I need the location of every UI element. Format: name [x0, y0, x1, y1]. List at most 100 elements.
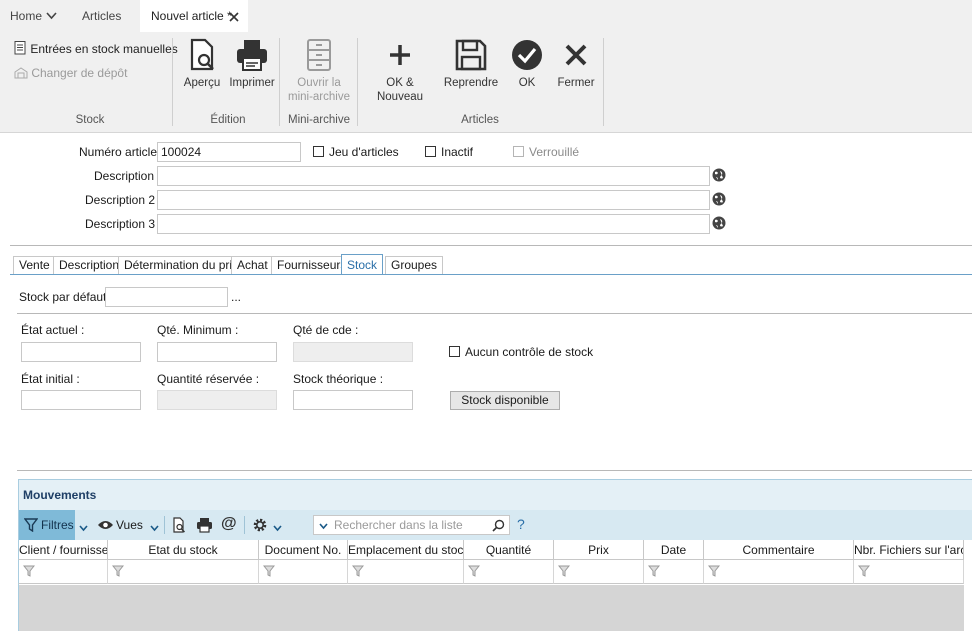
etat-actuel-label: État actuel : [21, 323, 85, 337]
printer-icon[interactable] [196, 517, 213, 533]
column-header-etat-stock[interactable]: Etat du stock [108, 540, 259, 560]
filter-cell[interactable] [464, 560, 554, 584]
ribbon-separator [172, 38, 173, 126]
search-icon[interactable] [492, 519, 505, 532]
grid-empty-area [18, 585, 964, 631]
apercu-button[interactable]: Aperçu [180, 38, 224, 90]
tab-description[interactable]: Description [53, 256, 126, 274]
imprimer-button[interactable]: Imprimer [229, 38, 275, 90]
globe-icon[interactable] [712, 216, 726, 230]
description-2-label: Description 2 : [85, 193, 162, 207]
vues-button[interactable]: Vues [116, 518, 143, 532]
search-input[interactable]: Rechercher dans la liste [313, 515, 510, 535]
qte-cde-field [293, 342, 413, 362]
reprendre-label: Reprendre [443, 77, 499, 89]
filter-cell[interactable] [554, 560, 644, 584]
filter-cell[interactable] [854, 560, 964, 584]
globe-icon[interactable] [712, 168, 726, 182]
ok-button[interactable]: OK [507, 38, 547, 90]
column-header-date[interactable]: Date [644, 540, 704, 560]
filter-icon [23, 565, 35, 577]
description-label: Description : [94, 169, 161, 183]
qte-minimum-label: Qté. Minimum : [157, 323, 239, 337]
filter-cell[interactable] [18, 560, 108, 584]
column-header-nbr-fichiers[interactable]: Nbr. Fichiers sur l'arch. [854, 540, 964, 560]
column-header-client[interactable]: Client / fournisseur [18, 540, 108, 560]
tab-groupes[interactable]: Groupes [385, 256, 444, 274]
verrouille-label: Verrouillé [529, 145, 580, 159]
plus-icon [390, 45, 410, 65]
etat-actuel-field[interactable] [21, 342, 141, 362]
movements-header: Mouvements [18, 479, 972, 510]
group-mini-archive-label: Mini-archive [288, 114, 350, 126]
column-header-commentaire[interactable]: Commentaire [704, 540, 854, 560]
gear-icon[interactable] [252, 517, 268, 533]
description-3-field[interactable] [157, 214, 710, 234]
qte-minimum-field[interactable] [157, 342, 277, 362]
filter-cell[interactable] [259, 560, 348, 584]
imprimer-label: Imprimer [229, 77, 275, 89]
filter-cell[interactable] [108, 560, 259, 584]
etat-initial-field[interactable] [21, 390, 141, 410]
stock-disponible-button[interactable]: Stock disponible [450, 391, 560, 410]
depot-icon [14, 67, 28, 79]
tab-articles[interactable]: Articles [82, 0, 121, 32]
filtres-button[interactable]: Filtres [19, 510, 75, 540]
column-header-emplacement[interactable]: Emplacement du stock [348, 540, 464, 560]
preview-icon[interactable] [172, 517, 186, 533]
movements-title: Mouvements [23, 488, 97, 502]
stock-theorique-field[interactable] [293, 390, 413, 410]
save-icon [455, 39, 487, 71]
stock-defaut-label: Stock par défaut: [19, 290, 110, 304]
column-header-prix[interactable]: Prix [554, 540, 644, 560]
chevron-down-icon[interactable] [150, 525, 159, 532]
chevron-down-icon[interactable] [79, 525, 88, 532]
help-button[interactable]: ? [517, 516, 525, 532]
ouvrir-mini-archive-button[interactable]: Ouvrir la mini-archive [284, 38, 354, 104]
movements-toolbar: Filtres Vues @ Rechercher dans la liste … [18, 510, 972, 540]
grid-left-border [18, 584, 19, 631]
filter-cell[interactable] [348, 560, 464, 584]
qte-reservee-label: Quantité réservée : [157, 372, 260, 386]
chevron-down-icon[interactable] [46, 0, 57, 32]
fermer-button[interactable]: Fermer [554, 38, 598, 90]
jeu-articles-checkbox[interactable] [313, 146, 324, 157]
aucun-controle-checkbox[interactable] [449, 346, 460, 357]
ok-nouveau-button[interactable]: OK & Nouveau [362, 38, 438, 104]
change-depot-button[interactable]: Changer de dépôt [14, 66, 127, 80]
check-circle-icon [512, 40, 542, 70]
stock-theorique-label: Stock théorique : [293, 372, 384, 386]
chevron-down-icon[interactable] [273, 525, 282, 532]
tab-achat[interactable]: Achat [231, 256, 274, 274]
filter-cell[interactable] [704, 560, 854, 584]
movements-divider [17, 470, 972, 471]
column-header-quantite[interactable]: Quantité [464, 540, 554, 560]
tab-home[interactable]: Home [10, 0, 42, 32]
stock-defaut-browse-button[interactable]: ... [231, 290, 241, 304]
chevron-down-icon[interactable] [319, 523, 328, 530]
tab-panel-border [10, 274, 972, 275]
ribbon-separator [603, 38, 604, 126]
tab-vente[interactable]: Vente [13, 256, 56, 274]
description-2-field[interactable] [157, 190, 710, 210]
stock-defaut-field[interactable] [105, 287, 228, 307]
filter-icon [708, 565, 720, 577]
inactif-checkbox[interactable] [425, 146, 436, 157]
eye-icon[interactable] [97, 519, 114, 531]
stock-manual-button[interactable]: Entrées en stock manuelles [14, 41, 178, 56]
apercu-label: Aperçu [183, 77, 221, 89]
filter-cell[interactable] [644, 560, 704, 584]
verrouille-checkbox[interactable] [513, 146, 524, 157]
printer-icon [237, 40, 267, 71]
column-header-document-no[interactable]: Document No. [259, 540, 348, 560]
tab-stock[interactable]: Stock [341, 254, 384, 275]
email-icon[interactable]: @ [221, 515, 237, 533]
reprendre-button[interactable]: Reprendre [442, 38, 500, 90]
globe-icon[interactable] [712, 192, 726, 206]
filter-icon [112, 565, 124, 577]
aucun-controle-label: Aucun contrôle de stock [465, 345, 594, 359]
numero-article-field[interactable]: 100024 [157, 142, 301, 162]
description-field[interactable] [157, 166, 710, 186]
close-icon[interactable] [229, 0, 239, 32]
tab-determination-prix[interactable]: Détermination du prix [118, 256, 245, 274]
